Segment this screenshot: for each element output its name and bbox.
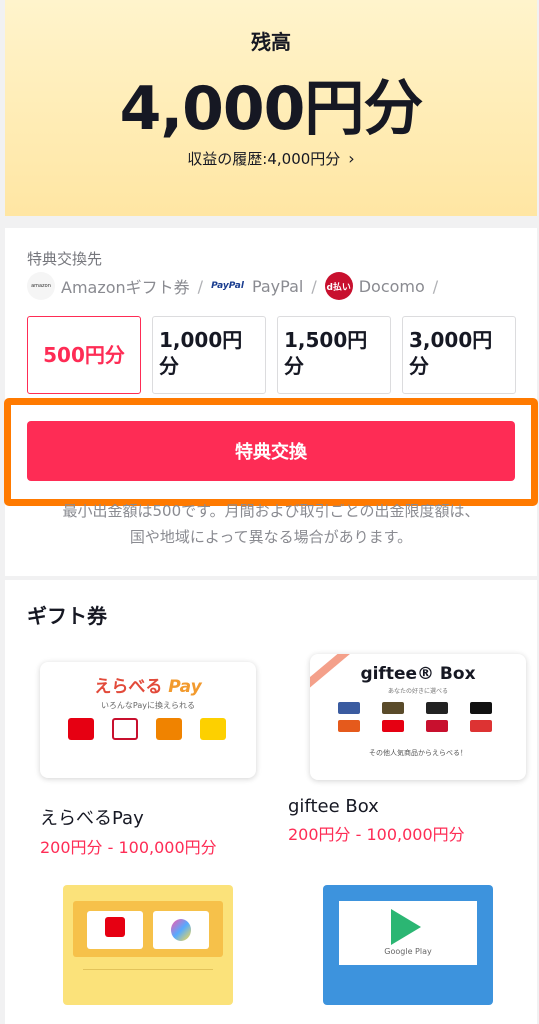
brand-logo-icon	[382, 720, 404, 732]
destination-amazon: Amazonギフト券	[61, 278, 190, 297]
brand-logo-icon	[382, 702, 404, 714]
separator: /	[197, 276, 204, 296]
amount-option-1500[interactable]: 1,500円分	[277, 316, 391, 394]
withdrawal-note-line2: 国や地域によって異なる場合があります。	[129, 528, 413, 546]
gift-cards-panel: ギフト券 えらべる Pay いろんなPayに換えられる えらべるPay 200円…	[5, 580, 537, 1024]
gift-card-name: えらべるPay	[40, 808, 144, 829]
balance-amount: 4,000円分	[119, 74, 424, 144]
apple-logo-icon	[153, 911, 209, 949]
paypay-fine-print	[83, 969, 213, 989]
paypal-logo-icon: PayPal	[211, 281, 244, 291]
ponta-icon	[200, 718, 226, 740]
earnings-history-link[interactable]: 収益の履歴:4,000円分 ›	[5, 148, 537, 169]
google-play-label: Google Play	[384, 947, 432, 956]
erabel-pay-subtitle: いろんなPayに換えられる	[100, 701, 196, 710]
balance-label: 残高	[251, 30, 291, 54]
giftee-box-image: giftee® Box あなたの好きに選べる その他人気商品からえらべる！	[310, 654, 526, 780]
brand-logo-icon	[426, 720, 448, 732]
gift-card-erabel-pay[interactable]: えらべる Pay いろんなPayに換えられる えらべるPay 200円分 - 1…	[40, 662, 256, 858]
brand-logo-icon	[338, 720, 360, 732]
google-play-card-inner: Google Play	[339, 901, 477, 965]
separator: /	[432, 276, 439, 296]
erabel-pay-image: えらべる Pay いろんなPayに換えられる	[40, 662, 256, 778]
gift-card-range: 200円分 - 100,000円分	[288, 825, 465, 844]
gift-cards-title: ギフト券	[27, 604, 107, 628]
d-barai-logo-icon: d払い	[324, 272, 353, 300]
apple-gift-icon	[171, 919, 191, 941]
paypay-card-inner	[73, 901, 223, 957]
au-pay-icon	[156, 718, 182, 740]
destination-paypal: PayPal	[251, 276, 304, 296]
exchange-button[interactable]: 特典交換	[27, 421, 515, 481]
giftee-box-brand-icons	[338, 702, 492, 732]
amount-option-500[interactable]: 500円分	[27, 316, 141, 394]
earnings-history-text: 収益の履歴:4,000円分	[187, 150, 341, 168]
exchange-destinations: amazon Amazonギフト券 / PayPal PayPal / d払い …	[27, 272, 446, 300]
brand-logo-icon	[470, 720, 492, 732]
erabel-pay-logo: えらべる Pay	[94, 677, 202, 697]
giftee-box-cta: その他人気商品からえらべる！	[369, 749, 467, 757]
highlight-frame: 特典交換	[4, 398, 538, 506]
amazon-logo-icon: amazon	[27, 272, 55, 300]
brand-logo-icon	[338, 702, 360, 714]
paypay-point-logo	[87, 911, 143, 949]
gift-card-name: giftee Box	[288, 796, 379, 817]
paypay-icon	[105, 917, 125, 937]
erabel-pay-brand-icons	[68, 718, 226, 740]
exchange-destination-title: 特典交換先	[27, 250, 103, 268]
gift-card-range: 200円分 - 100,000円分	[40, 838, 217, 857]
giftee-box-logo: giftee® Box	[360, 664, 476, 684]
withdrawal-note-line1: 最小出金額は500です。月間および取引ごとの出金限度額は、	[62, 504, 480, 520]
exchange-panel: 特典交換先 amazon Amazonギフト券 / PayPal PayPal …	[4, 228, 538, 576]
chevron-right-icon: ›	[348, 149, 355, 168]
amount-option-3000[interactable]: 3,000円分	[402, 316, 516, 394]
separator: /	[311, 276, 317, 296]
d-barai-icon	[112, 718, 138, 740]
google-play-icon	[391, 909, 421, 945]
paypay-icon	[68, 718, 94, 740]
balance-panel: 残高 4,000円分 収益の履歴:4,000円分 ›	[5, 0, 537, 216]
gift-card-giftee-box[interactable]: giftee® Box あなたの好きに選べる その他人気商品からえらべる！ gi…	[288, 654, 526, 845]
gift-card-paypay[interactable]	[63, 885, 233, 1005]
gift-card-google-play[interactable]: Google Play	[323, 885, 493, 1005]
giftee-box-subtitle: あなたの好きに選べる	[387, 688, 448, 695]
withdrawal-note: 最小出金額は500です。月間および取引ごとの出金限度額は、 国や地域によって異な…	[5, 504, 537, 552]
brand-logo-icon	[470, 702, 492, 714]
amount-option-1000[interactable]: 1,000円分	[152, 316, 266, 394]
destination-docomo: Docomo	[358, 276, 425, 296]
amount-options: 500円分 1,000円分 1,500円分 3,000円分	[27, 316, 516, 394]
brand-logo-icon	[426, 702, 448, 714]
